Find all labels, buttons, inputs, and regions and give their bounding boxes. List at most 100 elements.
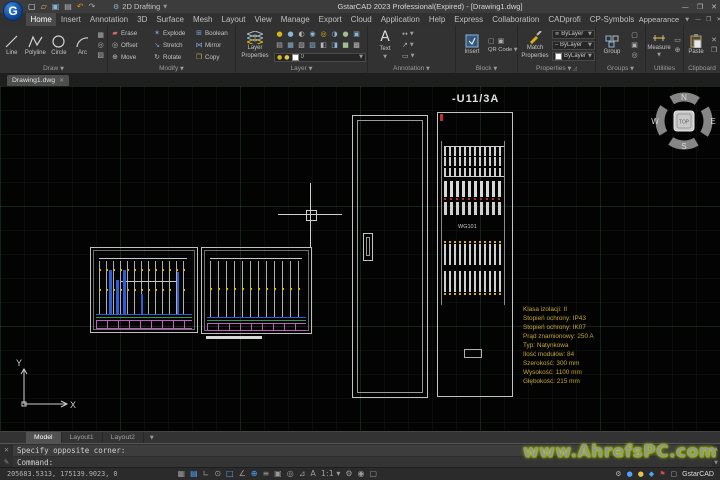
legend-table[interactable] [96, 320, 192, 329]
workspace-switcher[interactable]: ⚙ 2D Drafting ▼ [113, 0, 167, 13]
osnap-toggle[interactable]: □ [226, 468, 234, 480]
arc-tool[interactable]: Arc [71, 27, 95, 63]
appearance-menu[interactable]: Appearance [639, 15, 679, 24]
explode-tool[interactable]: ✶ Explode [150, 27, 192, 39]
match-properties-button[interactable]: Match Properties [520, 26, 550, 64]
notification-flag-icon[interactable]: ⚑ [659, 470, 665, 478]
layer-thaw-icon[interactable]: ◑ [329, 29, 340, 40]
gstarcad-logo-icon[interactable]: G [3, 1, 23, 21]
offset-tool[interactable]: ◎ Offset [108, 39, 150, 51]
lineweight-toggle[interactable]: ≡ [262, 468, 269, 480]
legend-table[interactable] [207, 323, 306, 331]
hatch-tool[interactable]: ▨ [94, 51, 107, 59]
layer-panel-label[interactable]: Layer ▼ [236, 64, 367, 74]
layer-copy-icon[interactable]: ◧ [318, 40, 329, 51]
save-icon[interactable]: ▣ [52, 0, 60, 13]
dimension-bar[interactable] [206, 336, 262, 339]
breaker-symbols-row[interactable] [210, 288, 302, 290]
layer-states-icon[interactable]: ■ [340, 40, 351, 51]
workspace-gear-icon[interactable]: ⚙ [345, 468, 352, 480]
ground-bus-line[interactable] [96, 317, 192, 318]
dynamic-ucs-toggle[interactable]: ⊿ [299, 468, 306, 480]
compass-west-label[interactable]: W [651, 117, 659, 126]
layer-off-icon[interactable]: ◎ [318, 29, 329, 40]
tab-express[interactable]: Express [450, 13, 488, 26]
layer-freeze-icon[interactable]: ● [285, 29, 296, 40]
clean-screen-toggle[interactable]: ▢ [370, 468, 378, 480]
bus-label-text[interactable]: WG101 [458, 224, 477, 230]
array-tool[interactable]: ▦ [94, 31, 107, 39]
schematic-panel-a[interactable] [90, 247, 198, 333]
table-tool[interactable]: ▭ ▼ [402, 51, 414, 61]
edit-block-tool[interactable]: ▣ [498, 37, 505, 45]
doc-close-button[interactable]: ✕ [716, 16, 720, 23]
line-tool[interactable]: Line [0, 27, 24, 63]
cycling-toggle[interactable]: ◎ [287, 468, 294, 480]
blue-feeder-2[interactable] [116, 280, 119, 315]
grid-toggle[interactable]: ▤ [190, 468, 198, 480]
module-row-2[interactable] [444, 202, 504, 215]
properties-panel-label[interactable]: Properties ▼ ◿ [518, 64, 595, 74]
tab-3d[interactable]: 3D [133, 13, 152, 26]
layer-match-icon[interactable]: ▣ [351, 29, 362, 40]
isolate-objects-toggle[interactable]: ◉ [358, 468, 365, 480]
ungroup-tool[interactable]: ▢ [628, 31, 641, 39]
layer-isolate-icon[interactable]: ◉ [307, 29, 318, 40]
open-folder-icon[interactable]: ▱ [41, 0, 47, 13]
expand-icon[interactable]: ▢ [670, 470, 677, 478]
rotate-tool[interactable]: ↻ Rotate [150, 51, 192, 63]
block-panel-label[interactable]: Block ▼ [456, 64, 517, 74]
breaker-symbols-row-1[interactable] [99, 269, 187, 271]
mirror-tool[interactable]: ⋈ Mirror [192, 39, 234, 51]
stretch-tool[interactable]: ↘ Stretch [150, 39, 192, 51]
group-button[interactable]: Group [599, 26, 625, 64]
compass-south-label[interactable]: S [681, 142, 686, 151]
tab-surface[interactable]: Surface [152, 13, 189, 26]
copy-tool[interactable]: ❐ Copy [192, 51, 234, 63]
layout1-tab[interactable]: Layout1 [62, 431, 103, 444]
bus-line[interactable] [210, 258, 302, 259]
tab-export[interactable]: Export [314, 13, 346, 26]
point-style-tool[interactable]: ⊕ [672, 46, 683, 54]
ortho-toggle[interactable]: ∟ [203, 468, 210, 480]
red-marker[interactable] [440, 114, 443, 121]
redo-icon[interactable]: ↷ [89, 0, 96, 13]
transparency-toggle[interactable]: ▣ [274, 468, 282, 480]
view-navigation-compass[interactable]: N E S W TOP [650, 88, 718, 152]
layer-on-icon[interactable]: ● [274, 29, 285, 40]
group-edit-tool[interactable]: ▣ [628, 41, 641, 49]
tab-home[interactable]: Home [26, 13, 57, 26]
layout-list-dropdown-icon[interactable]: ▼ [144, 435, 160, 441]
color-select[interactable]: ByLayer ▼ [552, 51, 595, 61]
terminal-dots-yellow-2[interactable] [444, 293, 504, 295]
layer-properties-button[interactable]: Layer Properties [238, 26, 272, 64]
layout2-tab[interactable]: Layout2 [103, 431, 144, 444]
linear-dimension-tool[interactable]: ↔ ▼ [402, 29, 414, 39]
utilities-panel-label[interactable]: Utilities [646, 64, 683, 74]
cut-tool[interactable]: ✕ [708, 36, 720, 44]
dyn-input-toggle[interactable]: ⊕ [251, 468, 258, 480]
tall-cabinet-outline[interactable] [352, 115, 428, 398]
text-tool[interactable]: A Text ▼ [372, 26, 398, 64]
close-button[interactable]: ✕ [711, 3, 717, 11]
breaker-symbols-row-2[interactable] [99, 289, 187, 291]
blue-feeder-4[interactable] [141, 294, 143, 315]
drawing-canvas[interactable]: -U11/3A WG101 Klasa izolacji: II Stopień… [0, 86, 720, 431]
terminal-dots-yellow-1[interactable] [444, 241, 504, 243]
insert-block-button[interactable]: Insert [459, 26, 485, 64]
layer-unlock-icon[interactable]: ● [340, 29, 351, 40]
lineweight-select[interactable]: ≡ ByLayer ▼ [552, 29, 595, 39]
polyline-tool[interactable]: Polyline [24, 27, 48, 63]
tab-mesh[interactable]: Mesh [188, 13, 217, 26]
tab-insert[interactable]: Insert [56, 13, 85, 26]
layer-merge-icon[interactable]: ▧ [296, 40, 307, 51]
groups-panel-label[interactable]: Groups ▼ [596, 64, 645, 74]
performance-icon[interactable]: ⚙ [615, 470, 621, 478]
close-icon[interactable]: ✕ [59, 77, 64, 84]
blue-feeder-5[interactable] [177, 272, 179, 315]
minimize-button[interactable]: — [682, 3, 689, 11]
annotation-scale-control[interactable]: 1:1 ▾ [321, 468, 340, 480]
network-status-icon[interactable]: ◆ [649, 470, 654, 478]
neutral-bus-line[interactable] [207, 317, 306, 318]
linetype-select[interactable]: ─ ByLayer ▼ [552, 40, 595, 50]
